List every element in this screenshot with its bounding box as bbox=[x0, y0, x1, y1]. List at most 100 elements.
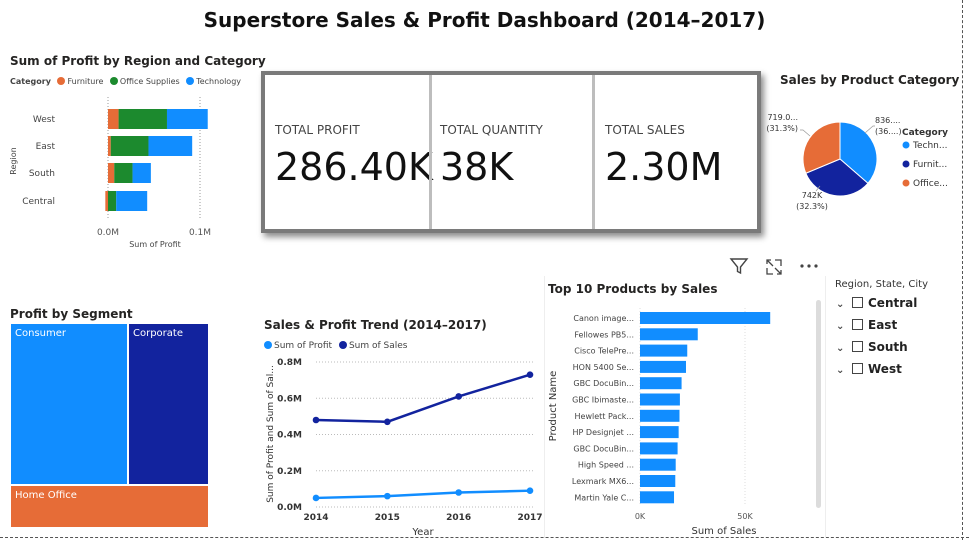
more-options-icon[interactable] bbox=[798, 258, 820, 274]
chevron-down-icon[interactable]: ⌄ bbox=[836, 343, 850, 354]
bar-segment[interactable] bbox=[108, 163, 115, 183]
treemap-title: Profit by Segment bbox=[10, 307, 133, 321]
x-tick-label: 50K bbox=[737, 512, 753, 521]
bar-segment[interactable] bbox=[108, 136, 111, 156]
product-bar[interactable] bbox=[640, 344, 688, 357]
treemap-consumer[interactable]: Consumer bbox=[10, 323, 128, 485]
pie-data-label: (32.3%) bbox=[796, 202, 828, 211]
product-label: Cisco TelePre... bbox=[574, 347, 634, 356]
product-label: GBC DocuBin... bbox=[573, 379, 634, 388]
pie-data-label: 742K bbox=[802, 191, 823, 200]
top-products-chart[interactable]: Canon image... Fellowes PB5... Cisco TeleP… bbox=[544, 300, 824, 540]
pie-legend-item[interactable]: Furnit... bbox=[913, 160, 947, 170]
legend-office-supplies[interactable]: Office Supplies bbox=[109, 77, 180, 86]
kpi-total-sales[interactable]: TOTAL SALES 2.30M bbox=[595, 75, 757, 229]
data-point[interactable] bbox=[312, 494, 320, 502]
checkbox[interactable] bbox=[852, 363, 863, 374]
pie-legend-item[interactable]: Techn... bbox=[912, 141, 947, 151]
top-products-title: Top 10 Products by Sales bbox=[548, 282, 718, 296]
treemap-corporate[interactable]: Corporate bbox=[128, 323, 209, 485]
pie-legend-title: Category bbox=[902, 128, 948, 138]
data-point[interactable] bbox=[455, 489, 462, 496]
bar-segment[interactable] bbox=[110, 136, 149, 156]
product-label: Hewlett Pack... bbox=[575, 412, 634, 421]
product-bar[interactable] bbox=[640, 458, 676, 471]
product-label: GBC DocuBin... bbox=[573, 444, 634, 453]
product-bar[interactable] bbox=[640, 409, 680, 422]
data-point[interactable] bbox=[526, 371, 534, 378]
bar-segment[interactable] bbox=[118, 109, 167, 129]
slicer-item-central[interactable]: ⌄ Central bbox=[836, 296, 917, 310]
region-category-chart[interactable]: West East South Central Region 0.0M 0.1M Sum of… bbox=[0, 95, 250, 255]
legend-sum-of-profit[interactable]: Sum of Profit bbox=[264, 341, 332, 351]
product-label: HP Designjet ... bbox=[573, 428, 634, 437]
y-axis-label: Sum of Profit and Sum of Sal... bbox=[266, 365, 276, 503]
product-bar[interactable] bbox=[640, 442, 678, 455]
region-label: East bbox=[36, 142, 56, 152]
x-tick-label: 2016 bbox=[446, 513, 471, 523]
product-bar[interactable] bbox=[640, 475, 676, 487]
kpi-total-quantity[interactable]: TOTAL QUANTITY 38K bbox=[432, 75, 592, 229]
product-bar[interactable] bbox=[640, 393, 680, 406]
product-bar[interactable] bbox=[640, 360, 686, 373]
series-line[interactable] bbox=[315, 489, 531, 500]
kpi-card-group: TOTAL PROFIT 286.40K TOTAL QUANTITY 38K … bbox=[261, 71, 761, 233]
checkbox[interactable] bbox=[852, 341, 863, 352]
product-bar[interactable] bbox=[640, 312, 771, 324]
treemap-home-office[interactable]: Home Office bbox=[10, 485, 209, 528]
kpi-value: 38K bbox=[440, 145, 514, 189]
bar-segment[interactable] bbox=[166, 109, 208, 129]
product-bar[interactable] bbox=[640, 426, 679, 439]
legend-title: Category bbox=[10, 77, 51, 86]
x-tick-label: 0.0M bbox=[97, 228, 119, 238]
product-bar[interactable] bbox=[640, 328, 698, 341]
bar-segment[interactable] bbox=[132, 163, 151, 183]
bar-segment[interactable] bbox=[105, 191, 108, 211]
x-tick-label: 2015 bbox=[375, 513, 400, 523]
checkbox[interactable] bbox=[852, 319, 863, 330]
bar-segment[interactable] bbox=[108, 109, 119, 129]
slicer-item-south[interactable]: ⌄ South bbox=[836, 340, 908, 354]
data-point[interactable] bbox=[384, 492, 391, 500]
slicer-title: Region, State, City bbox=[835, 279, 929, 290]
scrollbar[interactable] bbox=[816, 300, 821, 508]
checkbox[interactable] bbox=[852, 297, 863, 308]
bar-segment[interactable] bbox=[116, 191, 148, 211]
trend-chart-legend: Sum of Profit Sum of Sales bbox=[264, 341, 411, 351]
chevron-down-icon[interactable]: ⌄ bbox=[836, 365, 850, 376]
region-label: West bbox=[33, 115, 56, 125]
kpi-total-profit[interactable]: TOTAL PROFIT 286.40K bbox=[265, 75, 433, 229]
data-point[interactable] bbox=[312, 416, 320, 424]
sales-by-category-pie[interactable]: 836.... (36....) 742K (32.3%) 719.0... (31.3%… bbox=[760, 90, 960, 230]
data-point[interactable] bbox=[455, 393, 462, 400]
bar-segment[interactable] bbox=[114, 163, 133, 183]
pie-legend-item[interactable]: Office... bbox=[913, 179, 948, 189]
chevron-down-icon[interactable]: ⌄ bbox=[836, 299, 850, 310]
region-chart-title: Sum of Profit by Region and Category bbox=[10, 54, 266, 68]
pie-data-label: (36....) bbox=[875, 127, 902, 136]
data-point[interactable] bbox=[526, 487, 534, 494]
sales-profit-trend-chart[interactable]: 0.0M 0.2M 0.4M 0.6M 0.8M 2014 2015 2016 2017 Year… bbox=[260, 352, 550, 540]
legend-sum-of-sales[interactable]: Sum of Sales bbox=[338, 341, 407, 351]
bar-segment[interactable] bbox=[108, 191, 117, 211]
legend-technology[interactable]: Technology bbox=[186, 77, 241, 86]
pie-data-label: 836.... bbox=[875, 116, 900, 125]
bar-segment[interactable] bbox=[148, 136, 193, 156]
product-bar[interactable] bbox=[640, 491, 675, 504]
pie-data-label: (31.3%) bbox=[766, 124, 798, 133]
slicer-item-east[interactable]: ⌄ East bbox=[836, 318, 897, 332]
product-bar[interactable] bbox=[640, 377, 682, 390]
slicer-item-west[interactable]: ⌄ West bbox=[836, 362, 902, 376]
focus-mode-icon[interactable] bbox=[764, 257, 784, 277]
data-point[interactable] bbox=[384, 418, 391, 426]
leader-line bbox=[800, 129, 811, 137]
product-label: GBC Ibimaste... bbox=[572, 396, 634, 405]
pie-chart-title: Sales by Product Category bbox=[780, 73, 960, 87]
filter-icon[interactable] bbox=[729, 256, 749, 276]
series-line[interactable] bbox=[315, 373, 531, 424]
x-tick-label: 0.1M bbox=[189, 228, 211, 238]
trend-chart-title: Sales & Profit Trend (2014–2017) bbox=[264, 318, 487, 332]
legend-furniture[interactable]: Furniture bbox=[57, 77, 103, 86]
kpi-value: 286.40K bbox=[275, 145, 433, 189]
chevron-down-icon[interactable]: ⌄ bbox=[836, 321, 850, 332]
